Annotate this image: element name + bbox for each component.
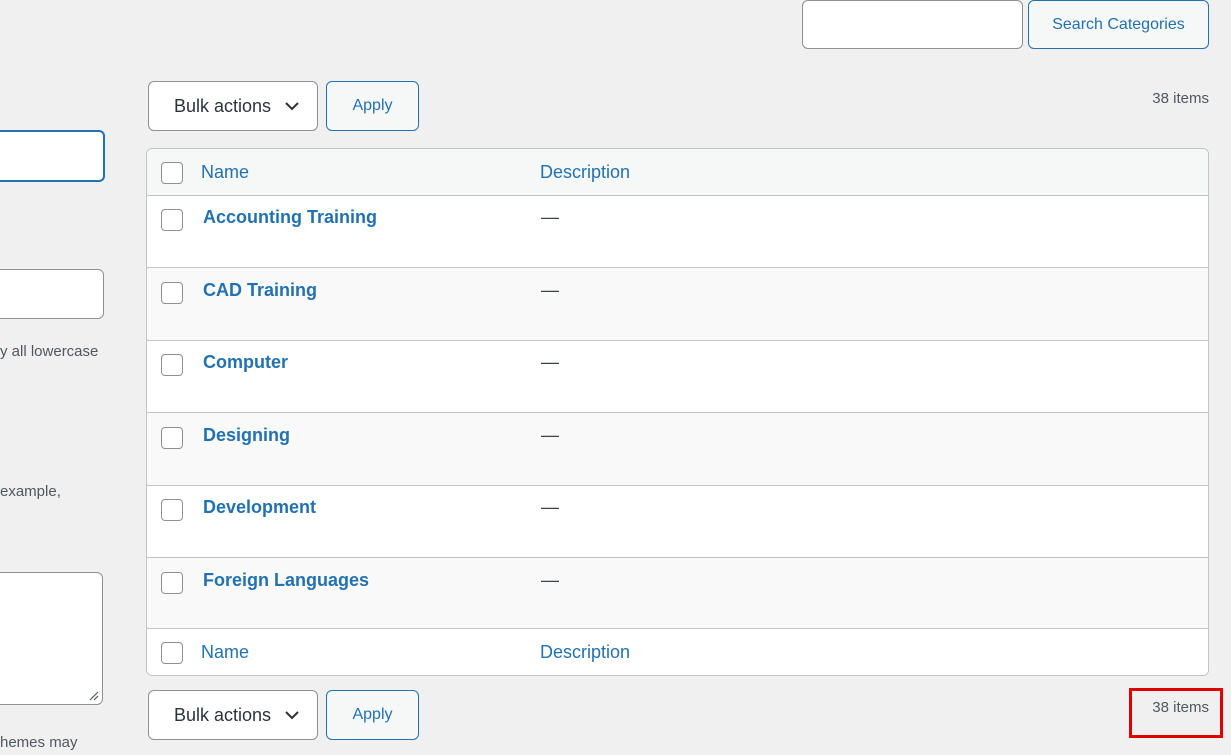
category-name-link[interactable]: Development [203,497,316,518]
slug-help-text: y all lowercase [0,343,99,360]
category-description: — [541,497,559,517]
category-description: — [541,280,559,300]
select-all-checkbox-footer[interactable] [161,642,183,664]
row-checkbox[interactable] [161,282,183,304]
description-help-text: hemes may [0,734,78,751]
table-row: Computer — [147,340,1208,413]
table-row: CAD Training — [147,268,1208,341]
category-name-link[interactable]: Designing [203,425,290,446]
category-description-textarea[interactable] [0,572,103,705]
table-header: Name Description [147,149,1208,196]
chevron-down-icon [285,711,299,720]
category-description: — [541,207,559,227]
table-row: Accounting Training — [147,195,1208,268]
bulk-actions-label: Bulk actions [174,95,272,116]
column-footer-description[interactable]: Description [540,642,630,663]
row-checkbox[interactable] [161,209,183,231]
bulk-actions-select-top[interactable]: Bulk actions [148,81,318,131]
search-input[interactable] [802,0,1023,49]
category-slug-input[interactable] [0,269,104,319]
select-all-checkbox[interactable] [161,162,183,184]
category-name-link[interactable]: Accounting Training [203,207,377,228]
category-name-link[interactable]: Foreign Languages [203,570,369,591]
categories-table: Name Description Accounting Training — C… [146,148,1209,676]
resize-handle-icon[interactable] [89,691,99,701]
table-row: Designing — [147,413,1208,486]
category-name-input[interactable] [0,130,105,182]
items-count-top: 38 items [1152,90,1209,107]
search-categories-button[interactable]: Search Categories [1028,0,1209,49]
table-row: Development — [147,485,1208,558]
bulk-actions-select-bottom[interactable]: Bulk actions [148,690,318,740]
column-header-description[interactable]: Description [540,162,630,183]
category-name-link[interactable]: CAD Training [203,280,317,301]
table-row: Foreign Languages — [147,558,1208,631]
category-description: — [541,425,559,445]
table-footer: Name Description [147,628,1208,675]
row-checkbox[interactable] [161,572,183,594]
apply-button-top[interactable]: Apply [326,81,419,131]
category-description: — [541,570,559,590]
category-name-link[interactable]: Computer [203,352,288,373]
apply-button-bottom[interactable]: Apply [326,690,419,740]
column-header-name[interactable]: Name [201,162,249,183]
highlight-box [1129,688,1223,738]
row-checkbox[interactable] [161,427,183,449]
bulk-actions-label: Bulk actions [174,704,272,725]
category-description: — [541,352,559,372]
row-checkbox[interactable] [161,354,183,376]
column-footer-name[interactable]: Name [201,642,249,663]
row-checkbox[interactable] [161,499,183,521]
chevron-down-icon [285,102,299,111]
parent-help-text: example, [0,483,61,500]
